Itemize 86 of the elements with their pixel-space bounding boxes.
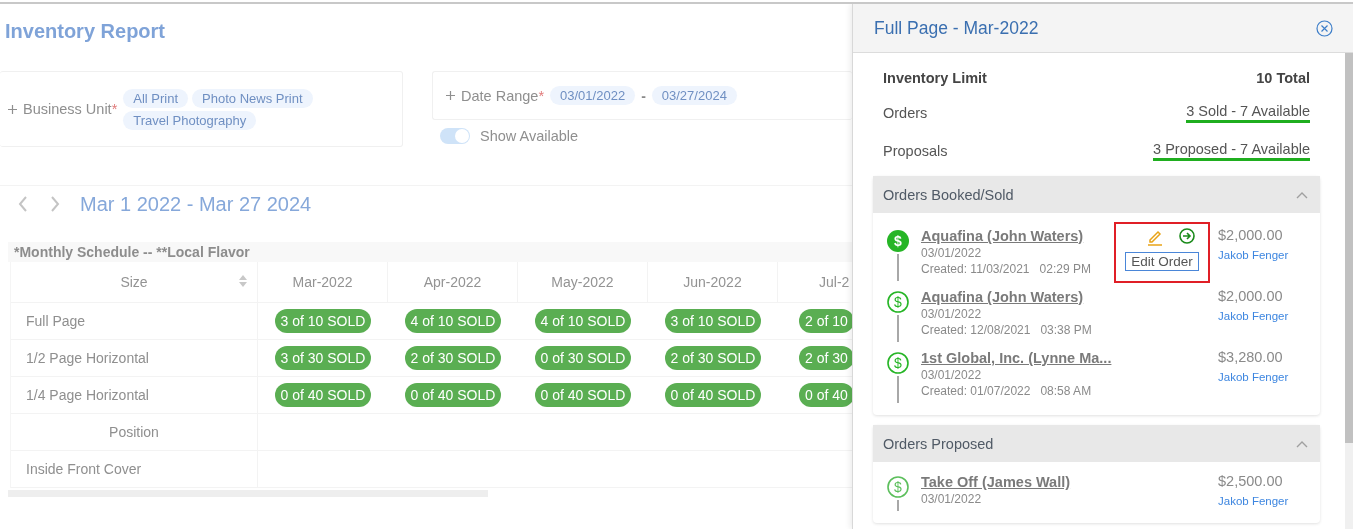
order-link[interactable]: Aquafina (John Waters) bbox=[921, 288, 1084, 306]
filter-label: Business Unit* bbox=[23, 101, 118, 117]
row-label: Inside Front Cover bbox=[11, 451, 258, 488]
sold-badge[interactable]: 4 of 10 SOLD bbox=[534, 309, 632, 333]
salesperson-link[interactable]: Jakob Fenger bbox=[1218, 249, 1318, 261]
sold-badge[interactable]: 2 of 30 bbox=[799, 346, 852, 370]
chevron-icon[interactable] bbox=[1296, 190, 1308, 199]
section-header[interactable]: Orders Proposed bbox=[873, 425, 1320, 462]
plus-icon bbox=[8, 104, 17, 114]
plus-icon bbox=[446, 91, 455, 100]
salesperson-link[interactable]: Jakob Fenger bbox=[1218, 371, 1318, 383]
sold-badge[interactable]: 0 of 40 SOLD bbox=[404, 383, 502, 407]
arrow-circle-icon[interactable] bbox=[1179, 228, 1195, 244]
sold-badge[interactable]: 0 of 40 SOLD bbox=[274, 383, 372, 407]
column-header: Mar-2022 bbox=[258, 262, 388, 303]
show-available-toggle[interactable] bbox=[440, 128, 470, 144]
row-label: Full Page bbox=[11, 303, 258, 340]
created-time: Created: 11/03/2021 02:29 PM bbox=[921, 262, 1091, 277]
dollar-icon: $ bbox=[887, 352, 909, 374]
availability-link[interactable]: 3 Sold - 7 Available bbox=[1186, 103, 1310, 123]
date-separator: - bbox=[641, 87, 646, 104]
sold-badge[interactable]: 2 of 30 SOLD bbox=[664, 346, 762, 370]
order-link[interactable]: 1st Global, Inc. (Lynne Ma... bbox=[921, 349, 1112, 367]
schedule-title: *Monthly Schedule -- **Local Flavor bbox=[8, 242, 852, 262]
date-range-filter[interactable]: Date Range* 03/01/2022 - 03/27/2024 bbox=[432, 71, 852, 120]
summary-label: Proposals bbox=[883, 143, 948, 159]
chevron-icon[interactable] bbox=[1296, 439, 1308, 448]
order-link[interactable]: Aquafina (John Waters) bbox=[921, 227, 1084, 245]
order-amount: $3,280.00 bbox=[1218, 349, 1284, 365]
sort-icon[interactable] bbox=[239, 275, 247, 287]
summary-label: Inventory Limit bbox=[883, 69, 987, 86]
end-date-chip[interactable]: 03/27/2024 bbox=[651, 86, 737, 105]
sold-badge[interactable]: 3 of 10 SOLD bbox=[274, 309, 372, 333]
column-header: Apr-2022 bbox=[388, 262, 518, 303]
panel-title: Full Page - Mar-2022 bbox=[874, 17, 1039, 39]
business-unit-filter[interactable]: Business Unit* All Print Photo News Print Travel Photography bbox=[0, 71, 403, 147]
salesperson-link[interactable]: Jakob Fenger bbox=[1218, 495, 1318, 507]
dollar-icon: $ bbox=[887, 230, 909, 252]
section-title: Orders Proposed bbox=[883, 435, 994, 452]
date-period: Mar 1 2022 - Mar 27 2024 bbox=[80, 192, 312, 216]
scrollbar-thumb[interactable] bbox=[1345, 53, 1353, 443]
availability-link[interactable]: 3 Proposed - 7 Available bbox=[1153, 141, 1310, 161]
order-date: 03/01/2022 bbox=[921, 307, 982, 322]
sold-badge[interactable]: 2 of 10 bbox=[799, 309, 852, 333]
order-date: 03/01/2022 bbox=[921, 246, 982, 261]
tooltip: Edit Order bbox=[1125, 252, 1199, 271]
salesperson-link[interactable]: Jakob Fenger bbox=[1218, 310, 1318, 322]
order-date: 03/01/2022 bbox=[921, 368, 982, 383]
order-date: 03/01/2022 bbox=[921, 492, 982, 507]
sold-badge[interactable]: 0 of 40 bbox=[799, 383, 852, 407]
sold-badge[interactable]: 2 of 30 SOLD bbox=[404, 346, 502, 370]
filter-chip[interactable]: Photo News Print bbox=[192, 88, 313, 108]
order-link[interactable]: Take Off (James Wall) bbox=[921, 473, 1071, 491]
created-time: Created: 01/07/2022 08:58 AM bbox=[921, 384, 1092, 399]
sold-badge[interactable]: 3 of 30 SOLD bbox=[274, 346, 372, 370]
start-date-chip[interactable]: 03/01/2022 bbox=[550, 86, 636, 105]
row-label: 1/2 Page Horizontal bbox=[11, 340, 258, 377]
order-amount: $2,500.00 bbox=[1218, 473, 1284, 489]
close-icon[interactable] bbox=[1316, 19, 1333, 37]
summary-value: 10 Total bbox=[1256, 69, 1310, 86]
section-title: Orders Booked/Sold bbox=[883, 186, 1014, 203]
sold-badge[interactable]: 4 of 10 SOLD bbox=[404, 309, 502, 333]
page-title: Inventory Report bbox=[4, 19, 167, 44]
row-label: 1/4 Page Horizontal bbox=[11, 377, 258, 414]
group-label: Position bbox=[11, 414, 258, 451]
dollar-icon: $ bbox=[887, 476, 909, 498]
column-header: Jun-2022 bbox=[648, 262, 778, 303]
column-header[interactable]: Size bbox=[11, 262, 258, 303]
filter-chip[interactable]: Travel Photography bbox=[123, 110, 257, 130]
sold-badge[interactable]: 0 of 30 SOLD bbox=[534, 346, 632, 370]
section-header[interactable]: Orders Booked/Sold bbox=[873, 176, 1320, 213]
dollar-icon: $ bbox=[887, 291, 909, 313]
filter-chip[interactable]: All Print bbox=[123, 88, 189, 108]
sold-badge[interactable]: 0 of 40 SOLD bbox=[664, 383, 762, 407]
filter-label: Date Range* bbox=[461, 87, 545, 104]
sold-badge[interactable]: 3 of 10 SOLD bbox=[664, 309, 762, 333]
toggle-label: Show Available bbox=[480, 128, 579, 144]
created-time: Created: 12/08/2021 03:38 PM bbox=[921, 323, 1092, 338]
order-amount: $2,000.00 bbox=[1218, 227, 1284, 243]
previous-button[interactable] bbox=[18, 196, 28, 212]
summary-label: Orders bbox=[883, 105, 928, 121]
column-header: May-2022 bbox=[518, 262, 648, 303]
order-amount: $2,000.00 bbox=[1218, 288, 1284, 304]
pencil-icon[interactable] bbox=[1147, 228, 1163, 246]
sold-badge[interactable]: 0 of 40 SOLD bbox=[534, 383, 632, 407]
next-button[interactable] bbox=[50, 196, 60, 212]
